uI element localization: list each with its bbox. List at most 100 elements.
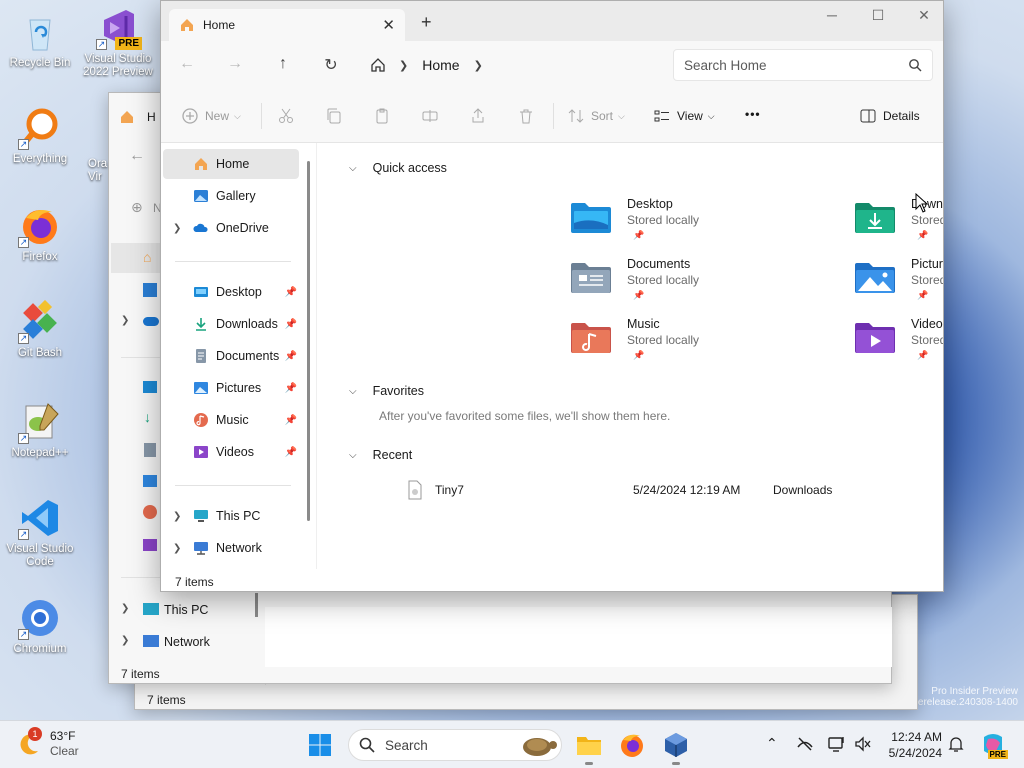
background-tab[interactable]: H [119,109,156,125]
sidebar-item-pictures[interactable]: Pictures 📌 [163,373,299,403]
cut-button[interactable] [277,107,295,125]
navigation-pane[interactable]: Home Gallery ❯ OneDrive Desktop 📌 Downlo… [161,143,316,569]
sidebar-item-network[interactable]: ❯ Network [163,533,299,563]
file-explorer-window[interactable]: Home ✕ + ─ ☐ ✕ ← → ↑ ↻ ❯ Home ❯ New ⌵ [160,0,944,592]
maximize-icon[interactable]: ☐ [855,7,901,27]
search-box[interactable] [673,49,933,81]
recent-file-row[interactable]: Tiny7 5/24/2024 12:19 AM Downloads [407,477,927,503]
videos-icon [194,446,208,458]
toolbar-separator [261,103,262,129]
sidebar-item-home[interactable]: Home [163,149,299,179]
weather-widget[interactable]: 1 63°F Clear [16,727,79,759]
sidebar-item-downloads[interactable]: Downloads 📌 [163,309,299,339]
forward-arrow-icon[interactable]: → [225,55,245,73]
minimize-icon[interactable]: ─ [809,7,855,27]
desktop-icon-visual-studio-preview[interactable]: PRE ↗ Visual Studio 2022 Preview [82,6,154,79]
back-arrow-icon[interactable]: ← [177,55,197,73]
recent-header[interactable]: ⌵ Recent [349,448,412,462]
back-arrow-icon[interactable]: ← [129,147,145,165]
quick-access-desktop[interactable]: Desktop Stored locally 📌 [569,197,809,249]
quick-access-pictures[interactable]: Pictures Stored locally 📌 [853,257,943,309]
sidebar-item-documents[interactable]: Documents 📌 [163,341,299,371]
sidebar-item-this-pc[interactable]: ❯ This PC [163,501,299,531]
share-button[interactable] [469,107,487,125]
item-subtitle: Stored locally [627,273,700,287]
tab-home[interactable]: Home ✕ [169,9,405,41]
quick-access-documents[interactable]: Documents Stored locally 📌 [569,257,809,309]
quick-access-header[interactable]: ⌵ Quick access [349,161,447,175]
favorites-header[interactable]: ⌵ Favorites [349,384,424,398]
display-icon[interactable] [828,735,846,753]
item-subtitle: Stored locally [911,333,944,347]
system-clock[interactable]: 12:24 AM 5/24/2024 [876,729,942,761]
desktop-icon-notepad-plus-plus[interactable]: ↗ Notepad++ [4,400,76,460]
copy-button[interactable] [325,107,343,125]
new-button[interactable]: New ⌵ [181,107,241,125]
network-disconnected-icon[interactable] [796,735,814,753]
quick-access-music[interactable]: Music Stored locally 📌 [569,317,809,369]
shortcut-arrow-icon: ↗ [18,333,29,344]
delete-button[interactable] [517,107,535,125]
sidebar-scrollbar-thumb[interactable] [307,161,310,521]
desktop-icon-firefox[interactable]: ↗ Firefox [4,204,76,264]
breadcrumb-chevron-icon[interactable]: ❯ [474,59,483,72]
chevron-right-icon[interactable]: ❯ [173,511,181,522]
sidebar-item-label: OneDrive [216,221,269,235]
scissors-icon [279,108,293,123]
trash-icon [520,109,532,124]
sidebar-item-label: Documents [216,349,280,363]
shortcut-arrow-icon: ↗ [18,529,29,540]
windows-start-icon[interactable] [308,733,332,757]
pictures-icon [143,475,157,487]
taskbar-search-box[interactable]: Search [348,729,562,761]
desktop-icon-git-bash[interactable]: ↗ Git Bash [4,299,76,360]
sidebar-item-music[interactable]: Music 📌 [163,405,299,435]
volume-muted-icon[interactable] [854,735,872,753]
favorites-empty-hint: After you've favorited some files, we'll… [379,409,671,423]
tab-label: Home [203,18,236,32]
quick-access-videos[interactable]: Videos Stored locally 📌 [853,317,944,369]
chevron-right-icon[interactable]: ❯ [173,543,181,554]
search-input[interactable] [684,57,908,73]
up-arrow-icon[interactable]: ↑ [273,55,293,73]
refresh-icon[interactable]: ↻ [321,55,341,75]
desktop-icon-recycle-bin[interactable]: Recycle Bin [4,10,76,70]
this-pc-icon [143,603,159,615]
sidebar-item-network-label[interactable]: Network [164,635,210,649]
taskbar-firefox[interactable] [618,731,646,759]
paste-button[interactable] [373,107,391,125]
copilot-icon[interactable]: PRE [980,733,1008,759]
desktop-icon-everything[interactable]: ↗ Everything [4,106,76,166]
section-title: Favorites [372,384,424,398]
taskbar-file-explorer[interactable] [575,731,603,765]
chevron-right-icon[interactable]: ❯ [173,223,181,234]
new-tab-button[interactable]: + [421,13,432,31]
address-bar[interactable]: ❯ Home ❯ [369,49,665,81]
quick-access-downloads[interactable]: Downloads Stored locally 📌 [853,197,943,249]
notification-bell-icon[interactable] [948,735,964,753]
content-pane[interactable]: ⌵ Quick access Desktop Stored locally 📌 … [317,143,944,569]
sidebar-item-this-pc-label[interactable]: This PC [164,603,208,617]
close-tab-icon[interactable]: ✕ [382,16,395,34]
sidebar-item-gallery[interactable]: Gallery [163,181,299,211]
sort-button[interactable]: Sort ⌵ [567,107,625,125]
music-icon [143,505,157,519]
see-more-button[interactable]: ••• [745,107,761,121]
breadcrumb-home[interactable]: Home [422,57,459,73]
taskbar-virtualbox[interactable] [662,731,690,765]
sidebar-item-videos[interactable]: Videos 📌 [163,437,299,467]
gallery-icon [143,283,157,297]
view-button[interactable]: View ⌵ [653,107,715,125]
sidebar-item-desktop[interactable]: Desktop 📌 [163,277,299,307]
videos-folder-icon [855,323,895,353]
status-item-count: 7 items [121,667,160,681]
close-window-icon[interactable]: ✕ [901,7,943,27]
rename-button[interactable] [421,107,439,125]
scrollbar-thumb[interactable] [255,593,258,617]
show-hidden-icons-chevron-icon[interactable]: ⌃ [766,735,778,752]
sidebar-item-onedrive[interactable]: ❯ OneDrive [163,213,299,243]
title-bar[interactable]: Home ✕ + ─ ☐ ✕ [161,1,943,41]
details-pane-button[interactable]: Details [859,107,920,125]
desktop-icon-vscode[interactable]: ↗ Visual Studio Code [4,496,76,569]
desktop-icon-chromium[interactable]: ↗ Chromium [4,596,76,656]
